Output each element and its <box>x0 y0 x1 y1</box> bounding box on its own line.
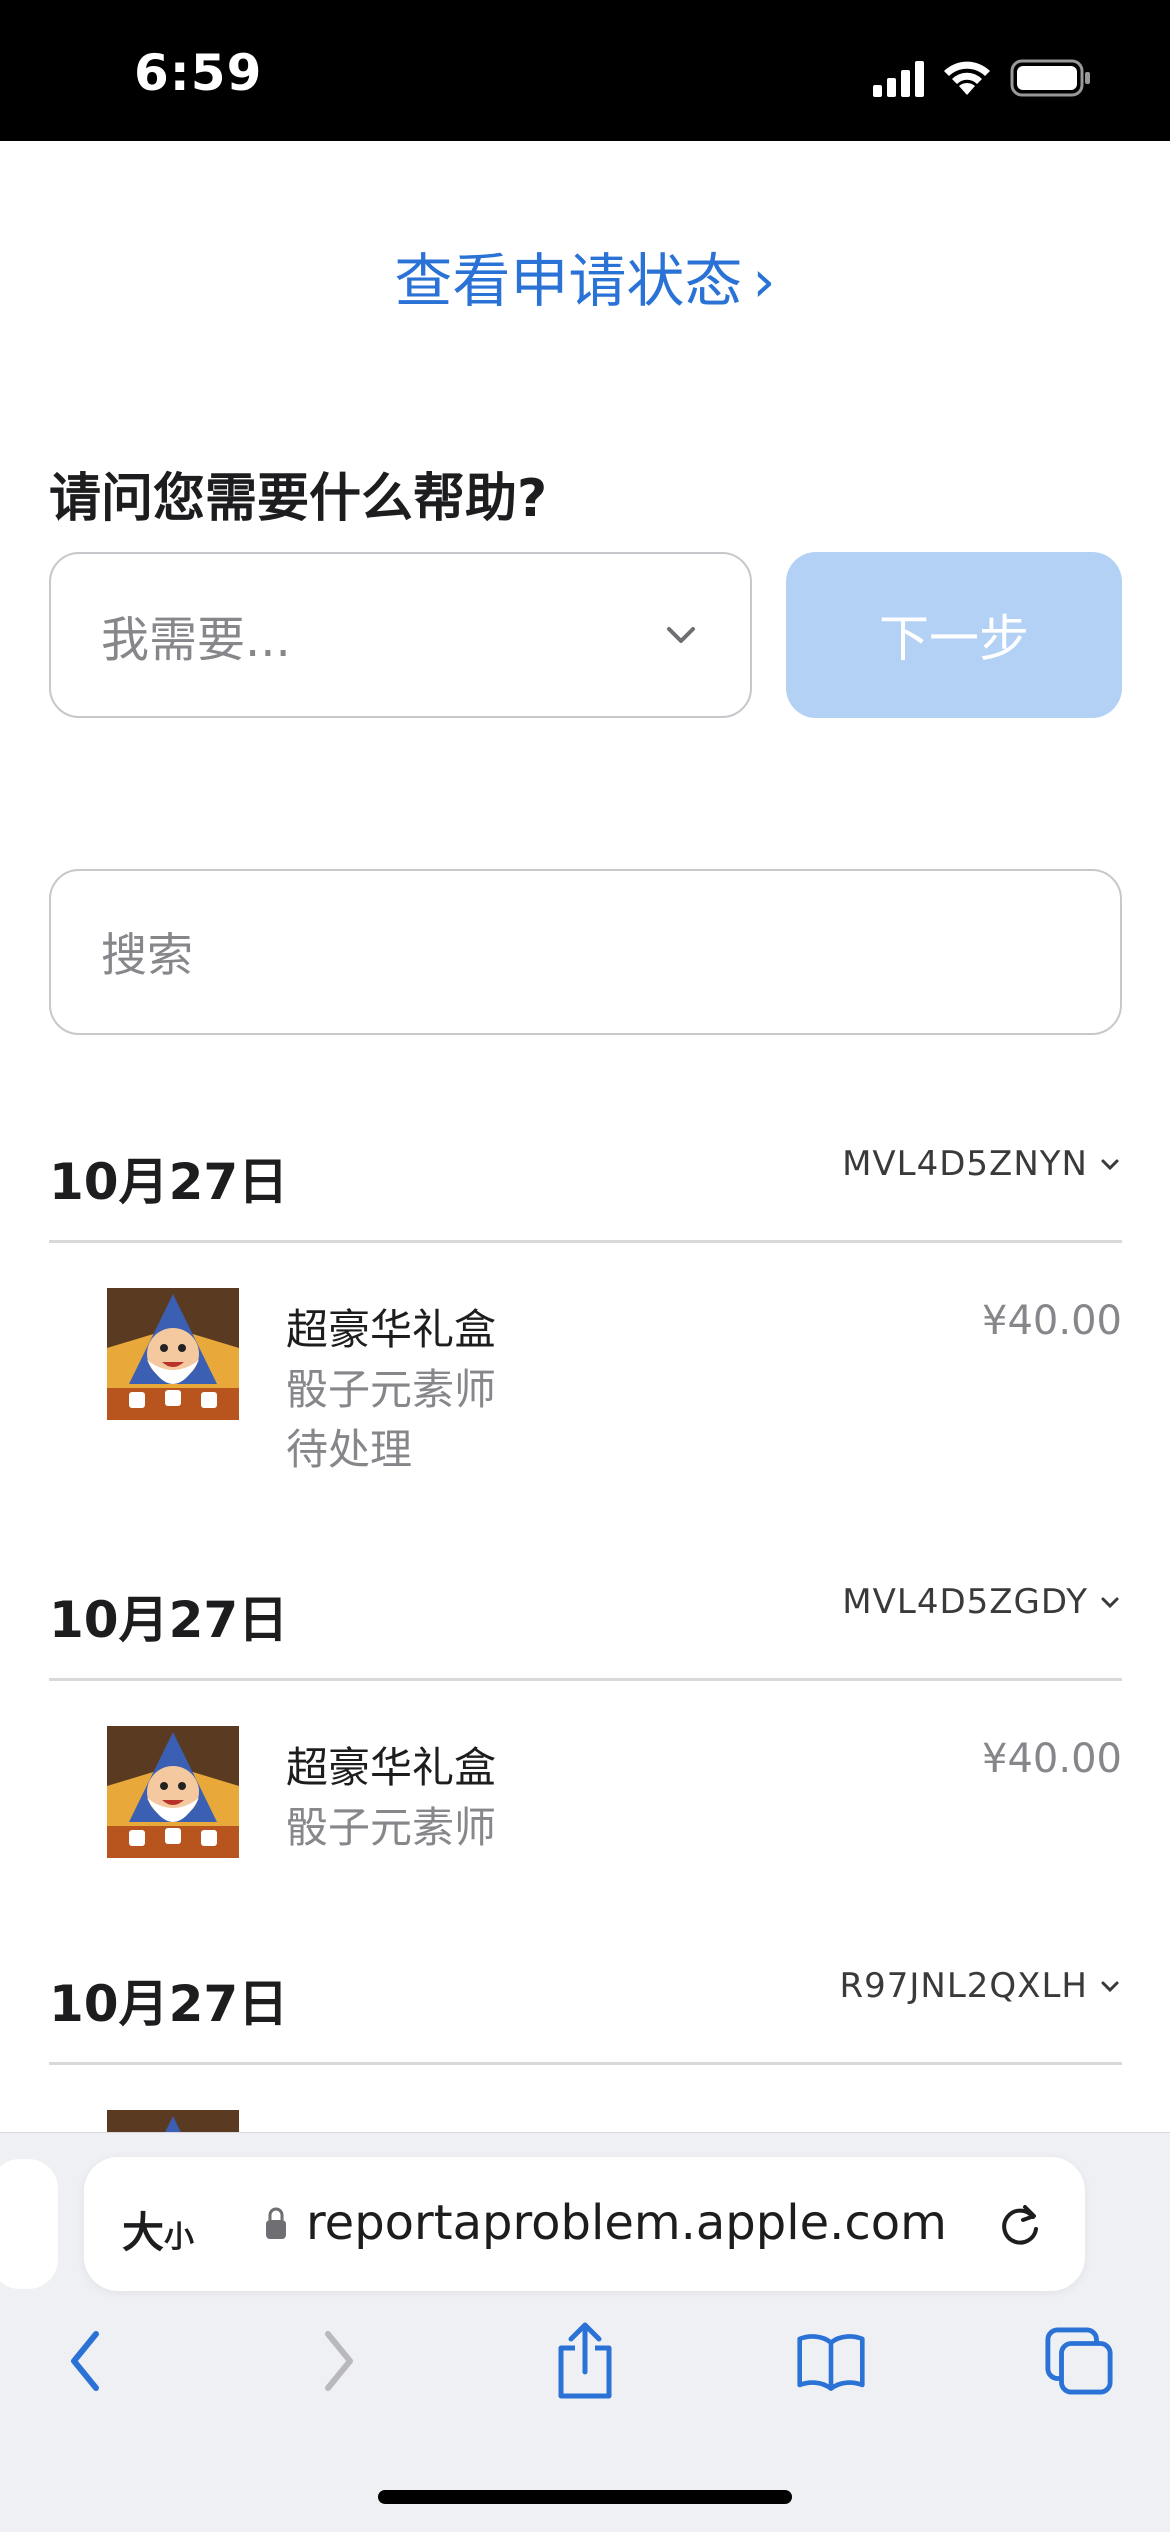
divider <box>49 1240 1122 1243</box>
order-id: MVL4D5ZNYN <box>842 1144 1088 1184</box>
divider <box>49 2062 1122 2065</box>
order-date: 10月27日 <box>49 1153 289 1211</box>
search-input[interactable]: 搜索 <box>49 869 1122 1035</box>
forward-button[interactable] <box>302 2326 372 2396</box>
share-button[interactable] <box>550 2322 620 2399</box>
select-placeholder: 我需要... <box>101 612 291 668</box>
order-id-toggle[interactable]: MVL4D5ZNYN <box>842 1144 1122 1184</box>
item-name: 超豪华礼盒 <box>286 1305 497 1354</box>
wifi-icon <box>944 61 990 95</box>
item-app: 骰子元素师 <box>286 1803 497 1852</box>
item-price: ¥40.00 <box>982 1736 1122 1782</box>
status-link-label: 查看申请状态 <box>394 247 743 315</box>
text-size-small: 小 <box>164 2220 195 2255</box>
lock-icon <box>266 2207 286 2239</box>
order-id-toggle[interactable]: R97JNL2QXLH <box>840 1966 1123 2006</box>
dice-wizard-app-icon <box>107 1726 239 1858</box>
text-size-large: 大 <box>122 2208 165 2257</box>
help-title: 请问您需要什么帮助? <box>49 469 548 529</box>
app-thumbnail <box>107 1288 239 1420</box>
share-icon <box>558 2322 612 2399</box>
back-button[interactable] <box>52 2326 122 2396</box>
url-text: reportaproblem.apple.com <box>306 2195 947 2251</box>
app-thumbnail <box>107 2110 239 2132</box>
status-icons <box>873 56 1092 100</box>
forward-icon <box>325 2331 353 2391</box>
dice-wizard-app-icon <box>107 2110 239 2132</box>
search-placeholder: 搜索 <box>101 928 193 982</box>
signal-icon <box>873 59 924 97</box>
chevron-right-icon: › <box>752 247 776 315</box>
dice-wizard-app-icon <box>107 1288 239 1420</box>
address-bar[interactable]: 大小 reportaproblem.apple.com <box>84 2157 1085 2291</box>
battery-icon <box>1010 59 1090 97</box>
next-button[interactable]: 下一步 <box>786 552 1122 718</box>
order-id: MVL4D5ZGDY <box>842 1582 1088 1622</box>
item-status: 待处理 <box>286 1425 413 1474</box>
status-time: 6:59 <box>134 44 263 102</box>
order-id-toggle[interactable]: MVL4D5ZGDY <box>842 1582 1122 1622</box>
status-bar: 6:59 <box>0 0 1170 141</box>
app-thumbnail <box>107 1726 239 1858</box>
order-id: R97JNL2QXLH <box>839 1966 1088 2006</box>
chevron-down-icon <box>667 627 695 643</box>
chevron-down-icon <box>1101 1597 1119 1609</box>
item-name: 超豪华礼盒 <box>286 1743 497 1792</box>
view-request-status-link[interactable]: 查看申请状态 › <box>0 234 1170 318</box>
bookmarks-button[interactable] <box>796 2326 866 2396</box>
tabs-icon <box>1045 2327 1113 2395</box>
chevron-down-icon <box>1101 1159 1119 1171</box>
order-date: 10月27日 <box>49 1591 289 1649</box>
home-indicator[interactable] <box>378 2490 792 2504</box>
bookmarks-icon <box>797 2334 865 2391</box>
order-date: 10月27日 <box>49 1975 289 2033</box>
previous-tab-preview[interactable] <box>0 2159 58 2289</box>
back-icon <box>71 2331 99 2391</box>
item-app: 骰子元素师 <box>286 1365 497 1414</box>
reload-icon[interactable] <box>995 2199 1045 2249</box>
text-size-button[interactable]: 大小 <box>122 2199 194 2260</box>
chevron-down-icon <box>1101 1981 1119 1993</box>
help-topic-select[interactable]: 我需要... <box>49 552 752 718</box>
tabs-button[interactable] <box>1044 2326 1114 2396</box>
divider <box>49 1678 1122 1681</box>
item-price: ¥40.00 <box>982 1298 1122 1344</box>
